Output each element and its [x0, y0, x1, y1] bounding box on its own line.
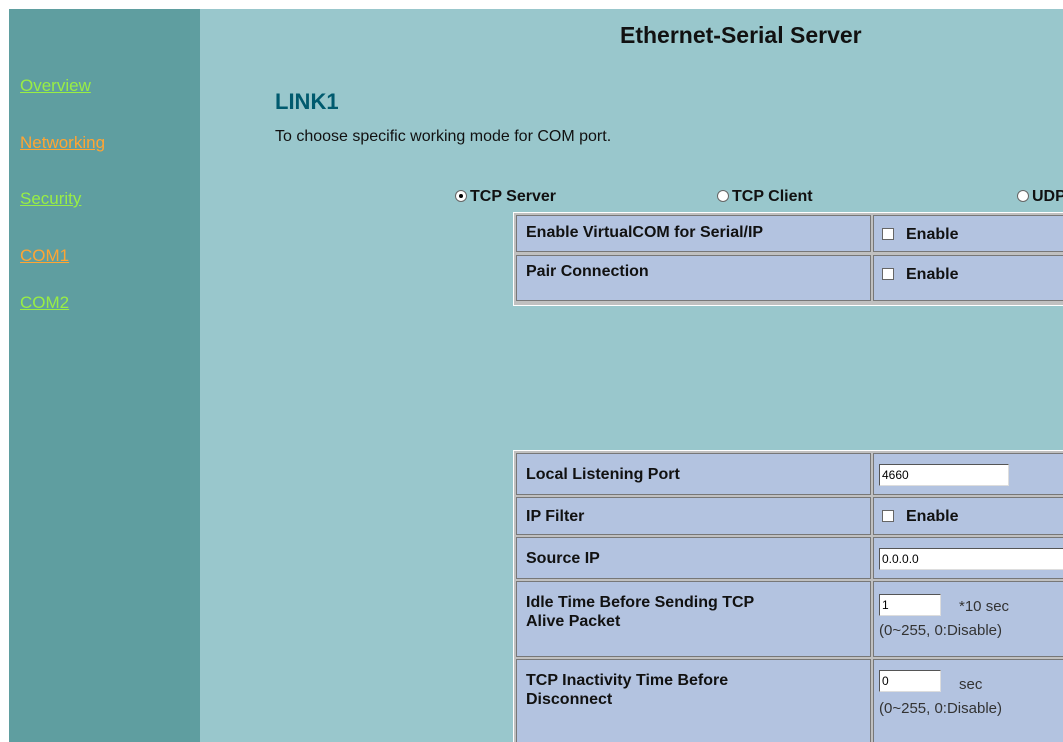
source-ip-input[interactable]	[879, 548, 1063, 570]
inactivity-label-line2: Disconnect	[526, 691, 613, 708]
page-title: LINK1	[275, 89, 339, 114]
idle-time-range: (0~255, 0:Disable)	[879, 622, 1002, 639]
idle-time-unit: *10 sec	[959, 598, 1010, 615]
sidebar-item-overview[interactable]: Overview	[20, 76, 91, 96]
inactivity-label-line1: TCP Inactivity Time Before	[526, 672, 729, 689]
virtualcom-enable-label: Enable	[906, 226, 959, 243]
local-port-label: Local Listening Port	[516, 453, 871, 495]
virtualcom-checkbox[interactable]	[882, 227, 894, 240]
main-content: Ethernet-Serial Server LINK1 To choose s…	[200, 9, 1063, 742]
pair-connection-label: Pair Connection	[516, 255, 871, 301]
ip-filter-value: Enable	[873, 497, 1063, 535]
page-frame: Overview Networking Security COM1 COM2 E…	[0, 9, 1063, 742]
ip-filter-checkbox[interactable]	[882, 509, 894, 522]
mode-udp-label: UDP	[1032, 188, 1063, 205]
mode-tcp-server-radio[interactable]: TCP Server	[455, 188, 556, 206]
local-port-value	[873, 453, 1063, 495]
idle-time-label: Idle Time Before Sending TCP Alive Packe…	[516, 581, 871, 657]
virtualcom-label: Enable VirtualCOM for Serial/IP	[516, 215, 871, 252]
virtualcom-table: Enable VirtualCOM for Serial/IP Enable P…	[513, 212, 1063, 306]
idle-time-input[interactable]	[879, 594, 941, 616]
pair-connection-value: Enable	[873, 255, 1063, 301]
pair-connection-enable-label: Enable	[906, 266, 959, 283]
radio-unchecked-icon	[717, 189, 729, 202]
ip-filter-enable-label: Enable	[906, 508, 959, 525]
local-port-input[interactable]	[879, 464, 1009, 486]
mode-tcp-client-label: TCP Client	[732, 188, 813, 205]
inactivity-unit: sec	[959, 676, 983, 693]
inactivity-input[interactable]	[879, 670, 941, 692]
sidebar-item-com1[interactable]: COM1	[20, 246, 69, 266]
sidebar-item-security[interactable]: Security	[20, 189, 81, 209]
idle-time-label-line1: Idle Time Before Sending TCP	[526, 594, 755, 611]
pair-connection-checkbox[interactable]	[882, 267, 894, 280]
inactivity-range: (0~255, 0:Disable)	[879, 700, 1002, 717]
radio-checked-icon	[455, 189, 467, 202]
page-header: Ethernet-Serial Server	[620, 22, 862, 48]
inactivity-label: TCP Inactivity Time Before Disconnect	[516, 659, 871, 742]
virtualcom-value: Enable	[873, 215, 1063, 252]
mode-tcp-client-radio[interactable]: TCP Client	[717, 188, 813, 206]
sidebar-item-com2[interactable]: COM2	[20, 293, 69, 313]
settings-table: Local Listening Port IP Filter Enable So…	[513, 450, 1063, 742]
mode-tcp-server-label: TCP Server	[470, 188, 556, 205]
page-description: To choose specific working mode for COM …	[275, 128, 612, 145]
idle-time-label-line2: Alive Packet	[526, 613, 621, 630]
mode-udp-radio[interactable]: UDP	[1017, 188, 1063, 206]
source-ip-label: Source IP	[516, 537, 871, 579]
source-ip-value	[873, 537, 1063, 579]
sidebar: Overview Networking Security COM1 COM2	[9, 9, 200, 742]
ip-filter-label: IP Filter	[516, 497, 871, 535]
idle-time-value: *10 sec (0~255, 0:Disable)	[873, 581, 1063, 657]
radio-unchecked-icon	[1017, 189, 1029, 202]
sidebar-item-networking[interactable]: Networking	[20, 133, 105, 153]
inactivity-value: sec (0~255, 0:Disable)	[873, 659, 1063, 742]
